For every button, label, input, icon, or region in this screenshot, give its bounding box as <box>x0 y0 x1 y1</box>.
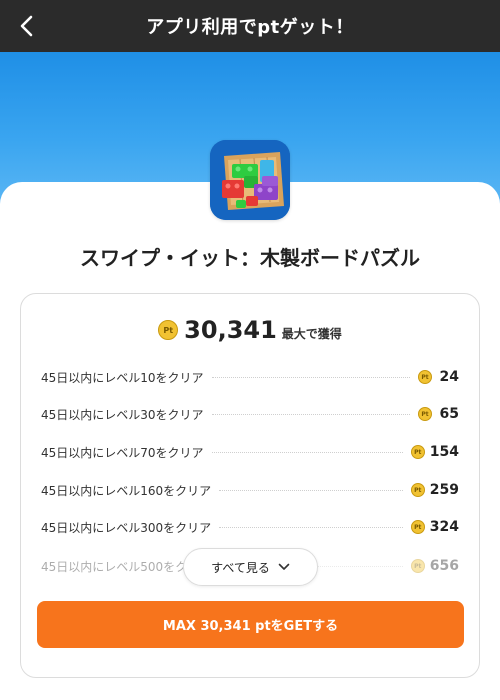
see-all-button[interactable]: すべて見る <box>183 548 318 586</box>
task-row: 45日以内にレベル70をクリア Pt 154 <box>41 440 459 464</box>
coin-icon: Pt <box>410 559 425 573</box>
total-points-suffix: 最大で獲得 <box>281 326 342 341</box>
task-points: 656 <box>429 558 459 574</box>
total-points: Pt 30,341 最大で獲得 <box>21 316 479 344</box>
block-puzzle-app-icon <box>210 140 290 220</box>
task-points: 324 <box>429 519 459 535</box>
task-row: 45日以内にレベル10をクリア Pt 24 <box>41 365 459 389</box>
app-name: スワイプ・イット：木製ボードパズル <box>80 246 420 270</box>
coin-icon: Pt <box>410 520 425 534</box>
task-label: 45日以内にレベル160をクリア <box>41 483 212 498</box>
dotted-leader <box>211 376 410 378</box>
dotted-leader <box>219 489 403 491</box>
task-row: 45日以内にレベル300をクリア Pt 324 <box>41 515 459 539</box>
task-points: 24 <box>439 369 459 385</box>
coin-icon: Pt <box>418 370 432 384</box>
dotted-leader <box>211 451 403 453</box>
dotted-leader <box>219 526 403 528</box>
task-label: 45日以内にレベル10をクリア <box>41 370 204 385</box>
total-points-value: 30,341 <box>184 316 277 344</box>
coin-icon: Pt <box>410 483 425 497</box>
task-label: 45日以内にレベル70をクリア <box>41 445 204 460</box>
top-bar: アプリ利用でptゲット！ <box>0 0 500 52</box>
task-label: 45日以内にレベル300をクリア <box>41 520 212 535</box>
coin-icon: Pt <box>418 407 432 421</box>
page-title: アプリ利用でptゲット！ <box>146 17 354 38</box>
see-all-label: すべて見る <box>211 560 270 575</box>
task-points: 259 <box>429 482 459 498</box>
task-row: 45日以内にレベル30をクリア Pt 65 <box>41 402 459 426</box>
task-points: 154 <box>429 444 459 460</box>
chevron-left-icon[interactable] <box>14 12 42 40</box>
reward-card: Pt 30,341 最大で獲得 45日以内にレベル10をクリア Pt 24 45日… <box>20 293 480 678</box>
get-points-button[interactable]: MAX 30,341 ptをGETする <box>37 601 464 648</box>
coin-icon: Pt <box>158 320 179 340</box>
task-points: 65 <box>439 406 459 422</box>
coin-icon: Pt <box>410 445 425 459</box>
task-label: 45日以内にレベル30をクリア <box>41 407 204 422</box>
task-row: 45日以内にレベル160をクリア Pt 259 <box>41 478 459 502</box>
dotted-leader <box>211 413 410 415</box>
chevron-down-icon <box>278 563 290 570</box>
